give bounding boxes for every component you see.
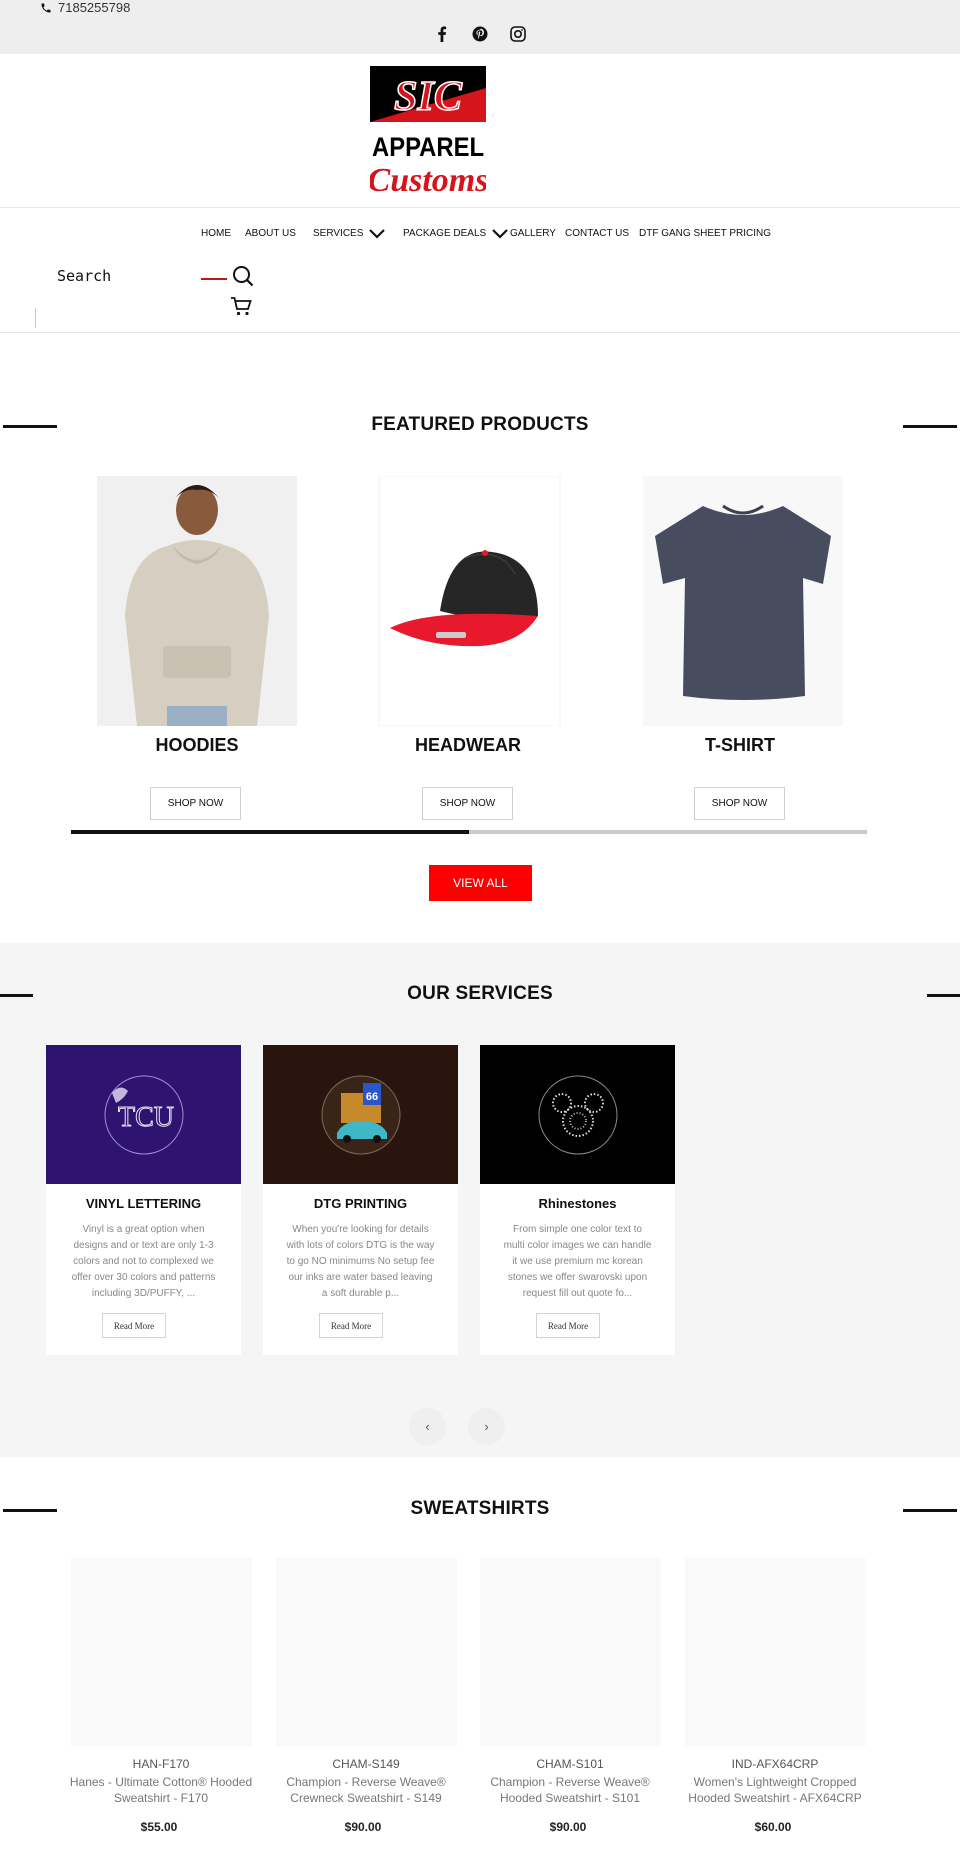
carousel-scrollbar[interactable]: [71, 830, 867, 834]
service-desc-rhinestones: From simple one color text to multi colo…: [503, 1224, 652, 1299]
product-image-t-shirt[interactable]: [643, 476, 843, 726]
product-title-link[interactable]: Hanes - Ultimate Cotton® Hooded Sweatshi…: [61, 1774, 261, 1806]
carousel-prev-button[interactable]: ‹: [409, 1408, 446, 1445]
heading-dash-right: [903, 1509, 957, 1512]
heading-dash-right: [927, 994, 960, 997]
nav-home[interactable]: HOME: [201, 228, 231, 239]
nav-services-label: SERVICES: [313, 228, 364, 239]
facebook-icon[interactable]: [434, 26, 450, 42]
read-more-button-dtg[interactable]: Read More: [319, 1313, 383, 1338]
our-services-title: OUR SERVICES: [407, 983, 553, 1004]
product-title-link[interactable]: Women's Lightweight Cropped Hooded Sweat…: [675, 1774, 875, 1806]
social-links: [0, 26, 960, 42]
chevron-down-icon: [369, 228, 386, 239]
product-image-cham-s101[interactable]: [480, 1558, 661, 1746]
service-desc-vinyl: Vinyl is a great option when designs and…: [71, 1224, 216, 1299]
top-bar: 7185255798: [0, 0, 960, 54]
service-title-dtg: DTG PRINTING: [313, 1196, 408, 1211]
product-title-link[interactable]: Champion - Reverse Weave® Hooded Sweatsh…: [470, 1774, 670, 1806]
read-more-button-rhinestones[interactable]: Read More: [536, 1313, 600, 1338]
dtg-image-text: 66: [365, 1091, 377, 1103]
product-image-cham-s149[interactable]: [276, 1558, 457, 1746]
rhinestones-image[interactable]: [480, 1045, 675, 1184]
nav-contact-label: CONTACT US: [565, 228, 630, 239]
product-image-ind-afx64crp[interactable]: [685, 1558, 866, 1746]
svg-text:Customs: Customs: [370, 162, 486, 198]
nav-dtf-gang-sheet-pricing[interactable]: DTF GANG SHEET PRICING: [639, 228, 771, 239]
shop-now-button-t-shirt[interactable]: SHOP NOW: [694, 787, 785, 820]
instagram-icon[interactable]: [510, 26, 526, 42]
service-title-rhinestones: Rhinestones: [538, 1196, 617, 1211]
carousel-scrollbar-thumb[interactable]: [71, 830, 469, 834]
nav-home-label: HOME: [201, 228, 231, 239]
carousel-next-button[interactable]: ›: [468, 1408, 505, 1445]
product-name-t-shirt: T-SHIRT: [705, 735, 775, 755]
product-price: $55.00: [140, 1820, 178, 1834]
product-sku: IND-AFX64CRP: [731, 1757, 819, 1771]
service-card-rhinestones: Rhinestones From simple one color text t…: [480, 1045, 675, 1355]
nav-contact-us[interactable]: CONTACT US: [565, 228, 629, 239]
nav-active-indicator: [201, 278, 227, 280]
product-name-hoodies: HOODIES: [155, 735, 239, 755]
divider: [35, 308, 36, 328]
phone-contact[interactable]: 7185255798: [40, 0, 130, 15]
nav-services[interactable]: SERVICES: [313, 228, 386, 239]
nav-about-label: ABOUT US: [245, 228, 296, 239]
nav-package-label: PACKAGE DEALS: [403, 228, 487, 239]
product-sku: HAN-F170: [132, 1757, 190, 1771]
product-price: $60.00: [754, 1820, 792, 1834]
nav-package-deals[interactable]: PACKAGE DEALS: [403, 228, 508, 239]
pinterest-icon[interactable]: [472, 26, 488, 42]
product-image-hoodies[interactable]: [97, 476, 297, 726]
brand-logo[interactable]: SIC APPAREL Customs: [368, 66, 488, 199]
nav-about-us[interactable]: ABOUT US: [245, 228, 296, 239]
search-label[interactable]: Search: [57, 267, 111, 285]
cart-icon[interactable]: [230, 295, 252, 317]
phone-number: 7185255798: [58, 0, 131, 15]
phone-icon: [41, 3, 51, 12]
main-navigation: HOME ABOUT US SERVICES PACKAGE DEALS GAL…: [0, 207, 960, 333]
svg-text:SIC: SIC: [394, 74, 463, 120]
read-more-button-vinyl[interactable]: Read More: [102, 1313, 166, 1338]
chevron-left-icon: ‹: [425, 1419, 430, 1434]
chevron-down-icon: [492, 228, 508, 239]
nav-dtf-label: DTF GANG SHEET PRICING: [639, 228, 772, 239]
service-desc-dtg: When you're looking for details with lot…: [286, 1224, 435, 1299]
product-price: $90.00: [549, 1820, 587, 1834]
heading-dash-right: [903, 425, 957, 428]
service-card-vinyl-lettering: TCU VINYL LETTERING Vinyl is a great opt…: [46, 1045, 241, 1355]
service-card-dtg-printing: 66 DTG PRINTING When you're looking for …: [263, 1045, 458, 1355]
vinyl-lettering-image[interactable]: TCU: [46, 1045, 241, 1184]
service-title-vinyl: VINYL LETTERING: [85, 1196, 202, 1211]
shop-now-button-hoodies[interactable]: SHOP NOW: [150, 787, 241, 820]
product-sku: CHAM-S101: [536, 1757, 604, 1771]
product-price: $90.00: [344, 1820, 382, 1834]
svg-text:APPAREL: APPAREL: [372, 132, 484, 162]
shop-now-button-headwear[interactable]: SHOP NOW: [422, 787, 513, 820]
vinyl-image-text: TCU: [118, 1102, 174, 1133]
product-title-link[interactable]: Champion - Reverse Weave® Crewneck Sweat…: [266, 1774, 466, 1806]
product-image-han-f170[interactable]: [71, 1558, 252, 1746]
product-image-headwear[interactable]: [370, 475, 570, 727]
sweatshirts-title: SWEATSHIRTS: [410, 1498, 550, 1519]
view-all-button[interactable]: VIEW ALL: [429, 865, 532, 901]
product-name-headwear: HEADWEAR: [415, 735, 521, 755]
nav-gallery-label: GALLERY: [510, 228, 556, 239]
search-icon[interactable]: [232, 265, 254, 287]
nav-gallery[interactable]: GALLERY: [510, 228, 556, 239]
dtg-printing-image[interactable]: 66: [263, 1045, 458, 1184]
chevron-right-icon: ›: [484, 1419, 489, 1434]
featured-products-title: FEATURED PRODUCTS: [371, 414, 589, 435]
product-sku: CHAM-S149: [332, 1757, 400, 1771]
